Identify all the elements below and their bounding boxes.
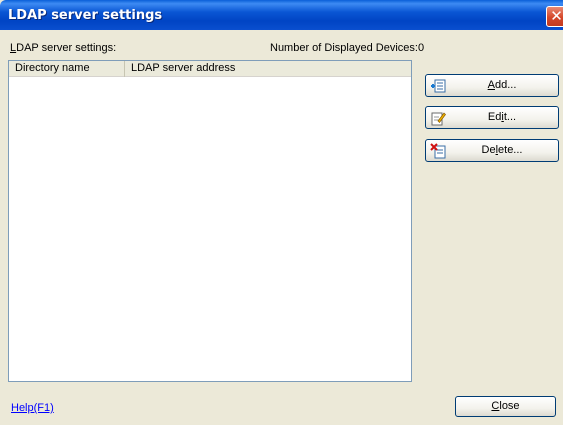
list-caption: LDAP server settings: bbox=[10, 42, 117, 54]
edit-icon bbox=[431, 112, 446, 126]
edit-button[interactable]: Edit... bbox=[425, 106, 559, 129]
title-bar: LDAP server settings bbox=[0, 0, 563, 30]
delete-icon bbox=[430, 143, 446, 159]
window-close-button[interactable]: ✕ bbox=[546, 6, 563, 27]
list-header: Directory name LDAP server address bbox=[9, 61, 411, 77]
help-link[interactable]: Help(F1) bbox=[11, 402, 54, 414]
column-header-ldap-server-address[interactable]: LDAP server address bbox=[125, 61, 411, 77]
device-count-value: 0 bbox=[417, 42, 425, 54]
close-button[interactable]: Close bbox=[455, 396, 556, 417]
window-title: LDAP server settings bbox=[8, 8, 163, 23]
add-icon bbox=[431, 79, 446, 93]
column-header-directory-name[interactable]: Directory name bbox=[9, 61, 125, 77]
add-button[interactable]: Add... bbox=[425, 74, 559, 97]
device-count-label: Number of Displayed Devices:0 bbox=[270, 42, 425, 54]
delete-button[interactable]: Delete... bbox=[425, 139, 559, 162]
ldap-server-list[interactable]: Directory name LDAP server address bbox=[8, 60, 412, 382]
